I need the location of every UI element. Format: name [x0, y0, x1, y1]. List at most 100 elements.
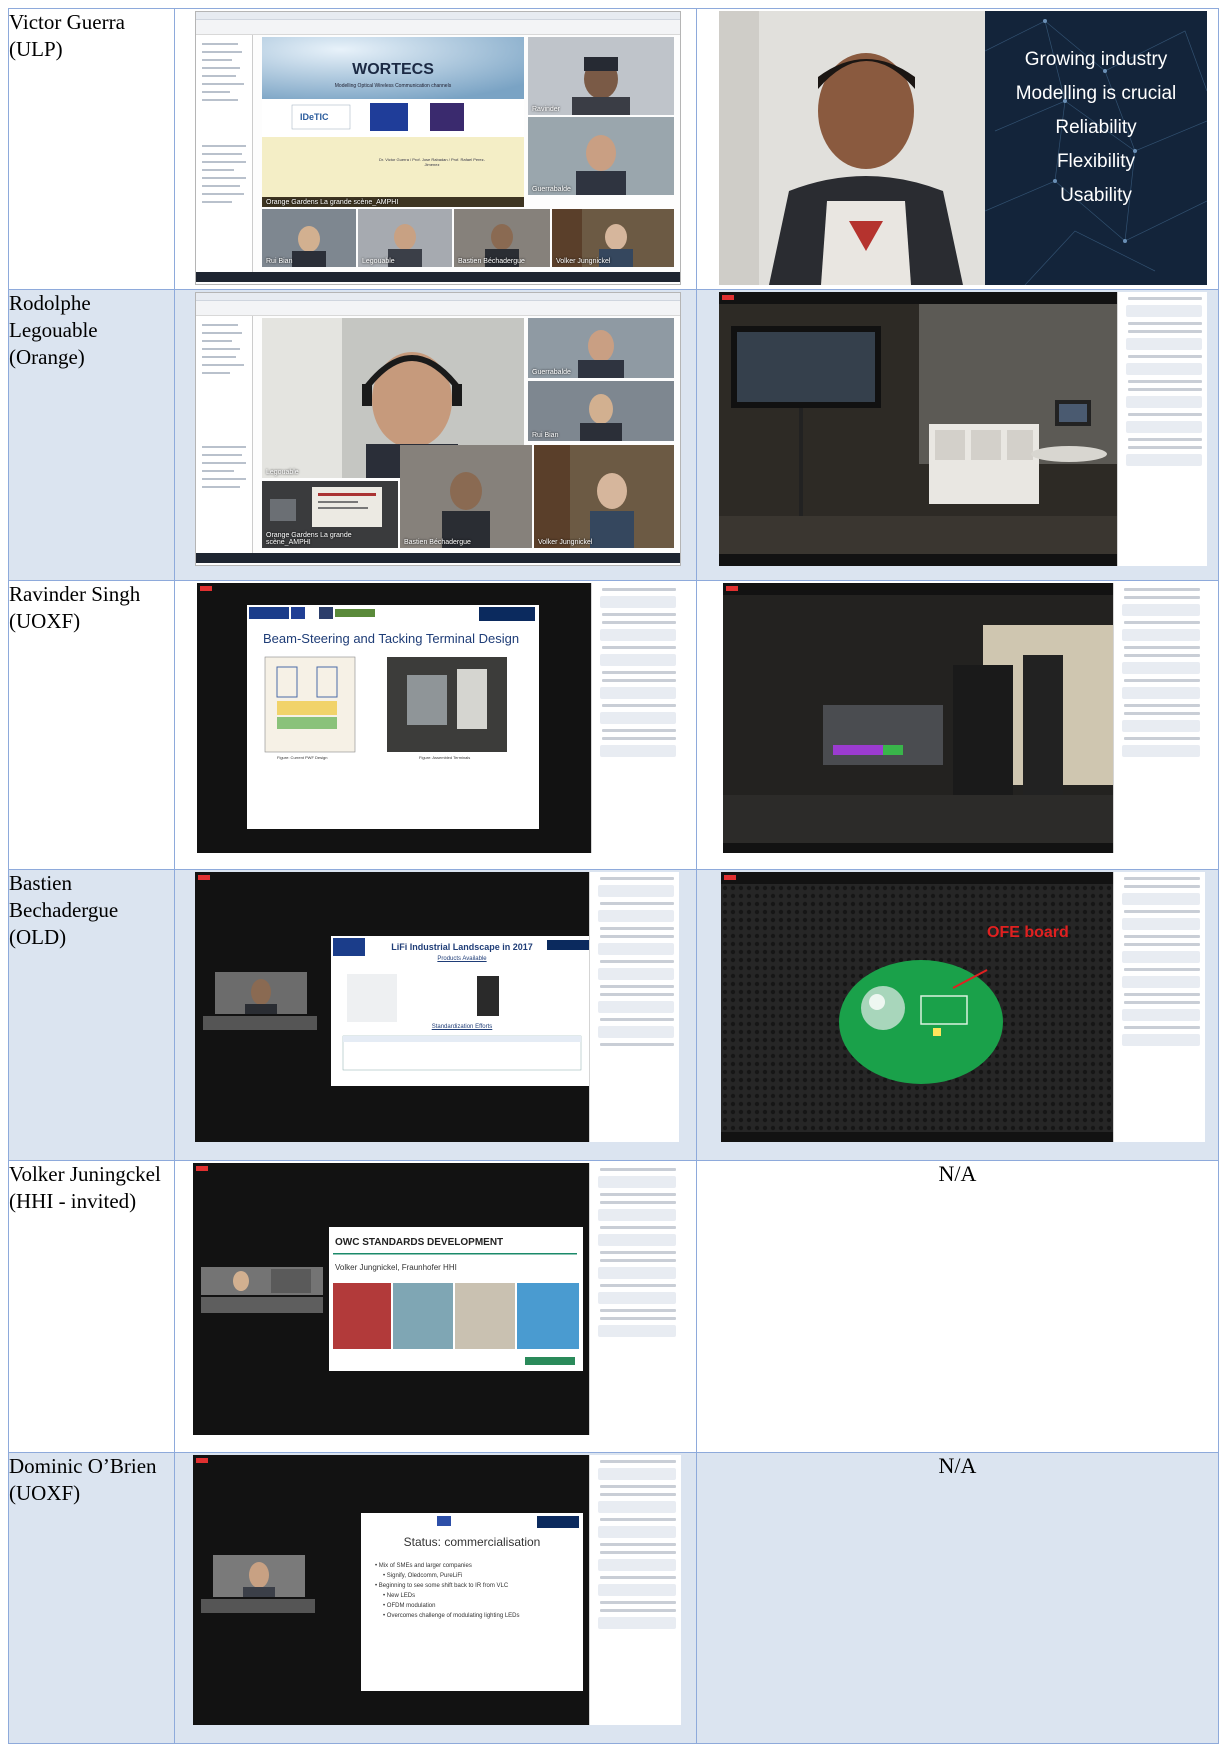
slide-title: LiFi Industrial Landscape in 2017 — [391, 942, 533, 952]
sub-bullet: • Overcomes challenge of modulating ligh… — [383, 1613, 520, 1619]
toolbar-ribbon — [196, 20, 680, 35]
participant-strip — [201, 1267, 323, 1295]
tile-label: Rui Bian — [532, 432, 559, 439]
live-badge — [196, 1458, 208, 1463]
tile-label: Legouable — [362, 258, 395, 265]
participant-tile: Volker Jungnickel — [552, 209, 674, 267]
chat-panel[interactable] — [591, 583, 681, 853]
video-call-window: WORTECS Modelling Optical Wireless Commu… — [195, 11, 681, 285]
speaker-name: Bastien Bechadergue (OLD) — [8, 869, 175, 1161]
stream-screenshot: OFE board — [721, 872, 1205, 1142]
toolbar-ribbon — [196, 301, 680, 316]
overlay-text-list: Growing industry Modelling is crucial Re… — [985, 43, 1207, 213]
participant-tile: Bastien Béchadergue — [400, 445, 532, 548]
participant-tile: Rui Bian — [262, 209, 356, 267]
sub-bullet: • New LEDs — [383, 1593, 416, 1599]
slide-authors: Dr. Victor Guerra / Prof. Jose Rabadan /… — [379, 157, 485, 167]
slide-title: Beam-Steering and Tacking Terminal Desig… — [263, 631, 520, 646]
table-row: Ravinder Singh (UOXF) OXFORD Beam-Steeri… — [8, 580, 1219, 870]
live-badge — [724, 875, 736, 880]
chat-panel[interactable] — [1113, 583, 1205, 853]
table-row: Rodolphe Legouable (Orange) Legouable Gu… — [8, 289, 1219, 581]
participant-tile: Ravinder — [528, 37, 674, 115]
participant-tile: Orange Gardens La grande scène_AMPHI — [262, 481, 398, 548]
tile-label: Orange Gardens La grande scène_AMPHI — [266, 532, 352, 546]
screenshot-cell: Legouable Guerrabalde Rui Bian Orange Ga… — [174, 289, 697, 581]
not-available-cell: N/A — [696, 1160, 1219, 1453]
screenshot-cell: WORTECS Modelling Optical Wireless Commu… — [174, 8, 697, 290]
tile-label: Bastien Béchadergue — [404, 539, 471, 546]
figure-caption: Figure: Current PWF Design — [277, 755, 328, 760]
slide-title: Status: commercialisation — [403, 1535, 541, 1549]
bullet: • Beginning to see some shift back to IR… — [375, 1583, 509, 1589]
speaker-name: Dominic O’Brien (UOXF) — [8, 1452, 175, 1744]
video-call-window: Legouable Guerrabalde Rui Bian Orange Ga… — [195, 292, 681, 566]
table-row: Dominic O’Brien (UOXF) Status: commercia… — [8, 1452, 1219, 1744]
speaker-name: Ravinder Singh (UOXF) — [8, 580, 175, 870]
stream-screenshot — [723, 583, 1205, 853]
stream-screenshot: Status: commercialisation • Mix of SMEs … — [193, 1455, 681, 1725]
tile-label: Bastien Béchadergue — [458, 258, 525, 265]
shared-slide: OWC STANDARDS DEVELOPMENT Volker Jungnic… — [329, 1227, 583, 1371]
window-titlebar — [196, 12, 680, 20]
chat-panel[interactable] — [1117, 292, 1207, 566]
participant-tile: Legouable — [358, 209, 452, 267]
live-badge — [198, 875, 210, 880]
stream-screenshot: OXFORD Beam-Steering and Tacking Termina… — [197, 583, 681, 853]
participant-strip — [201, 1297, 323, 1313]
os-taskbar — [196, 272, 680, 282]
participant-tile — [213, 1555, 305, 1597]
speaker-name: Victor Guerra (ULP) — [8, 8, 175, 290]
slide-author: Volker Jungnickel, Fraunhofer HHI — [335, 1263, 457, 1272]
speaker-table: Victor Guerra (ULP) WORTECS Modelling Op… — [8, 8, 1219, 1744]
lab-video — [719, 304, 1117, 554]
idetic-logo: IDeTIC — [300, 112, 329, 122]
presenter-video: Growing industry Modelling is crucial Re… — [719, 11, 1207, 285]
overlay-line: Growing industry — [1024, 49, 1168, 70]
tile-label: Volker Jungnickel — [538, 539, 593, 546]
slide-bullets: • Mix of SMEs and larger companies • Sig… — [375, 1561, 520, 1621]
bullet: • Mix of SMEs and larger companies — [375, 1563, 472, 1569]
tile-label: Guerrabalde — [532, 369, 571, 376]
live-badge — [726, 586, 738, 591]
ofe-board-label: OFE board — [987, 924, 1069, 941]
slide-subtitle: Standardization Efforts — [431, 1024, 493, 1030]
video-still-cell: Growing industry Modelling is crucial Re… — [696, 8, 1219, 290]
chat-panel[interactable] — [589, 1163, 681, 1435]
shared-slide: OXFORD Beam-Steering and Tacking Termina… — [247, 605, 539, 829]
sub-bullet: • Signify, Oledcomm, PureLiFi — [383, 1573, 463, 1579]
document-page: Victor Guerra (ULP) WORTECS Modelling Op… — [0, 0, 1229, 1744]
tile-label: Guerrabalde — [532, 186, 571, 193]
tile-label: Legouable — [266, 469, 299, 476]
overlay-line: Flexibility — [1056, 151, 1136, 172]
participant-tile: Guerrabalde — [528, 318, 674, 378]
chat-panel[interactable] — [1113, 872, 1205, 1142]
slide-subtitle: Products Available — [437, 956, 487, 962]
participant-tile: Volker Jungnickel — [534, 445, 674, 548]
chat-panel[interactable] — [589, 872, 679, 1142]
live-badge — [200, 586, 212, 591]
participant-strip — [203, 1016, 317, 1030]
chat-panel[interactable] — [589, 1455, 681, 1725]
participant-tile: Rui Bian — [528, 381, 674, 441]
overlay-line: Reliability — [1055, 117, 1137, 138]
table-row: Volker Juningckel (HHI - invited) OWC ST… — [8, 1160, 1219, 1453]
shared-slide: LiFi Industrial Landscape in 2017 Produc… — [331, 936, 593, 1086]
tile-label: Ravinder — [532, 106, 561, 113]
video-still-cell — [696, 580, 1219, 870]
file-pane — [196, 316, 253, 553]
speaker-name: Rodolphe Legouable (Orange) — [8, 289, 175, 581]
overlay-line: Usability — [1060, 185, 1132, 206]
board-video: OFE board — [721, 884, 1113, 1132]
speaker-name: Volker Juningckel (HHI - invited) — [8, 1160, 175, 1453]
screenshot-cell: OXFORD Beam-Steering and Tacking Termina… — [174, 580, 697, 870]
shared-slide: Status: commercialisation • Mix of SMEs … — [361, 1513, 583, 1691]
sub-bullet: • OFDM modulation — [383, 1603, 436, 1609]
os-taskbar — [196, 553, 680, 563]
stream-screenshot: LiFi Industrial Landscape in 2017 Produc… — [195, 872, 679, 1142]
screenshot-cell: OWC STANDARDS DEVELOPMENT Volker Jungnic… — [174, 1160, 697, 1453]
live-badge — [196, 1166, 208, 1171]
slide-title: OWC STANDARDS DEVELOPMENT — [335, 1237, 504, 1248]
window-titlebar — [196, 293, 680, 301]
participant-tile: Bastien Béchadergue — [454, 209, 550, 267]
